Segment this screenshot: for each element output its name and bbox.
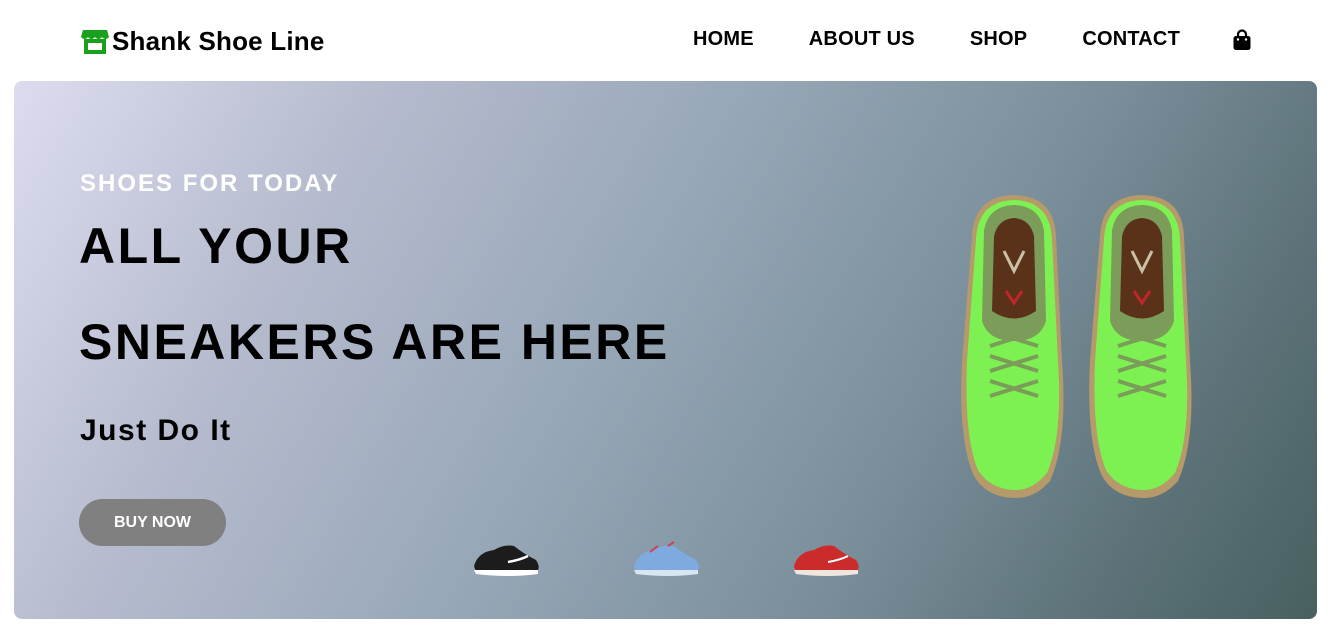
thumbnail-black-sneaker[interactable] [468,536,544,580]
hero-eyebrow: SHOES FOR TODAY [80,170,340,197]
hero-banner: SHOES FOR TODAY ALL YOUR SNEAKERS ARE HE… [14,81,1317,619]
nav-home-link[interactable]: HOME [693,28,754,51]
hero-tagline: Just Do It [80,414,232,447]
featured-sneakers-image [961,195,1192,499]
nav-shop-link[interactable]: SHOP [970,28,1027,51]
main-nav: HOME ABOUT US SHOP CONTACT [693,28,1252,51]
nav-contact-link[interactable]: CONTACT [1082,28,1180,51]
thumbnail-blue-sneaker[interactable] [628,536,704,580]
brand-logo[interactable]: Shank Shoe Line [80,24,325,58]
left-sneaker [961,195,1064,499]
right-sneaker [1089,195,1192,499]
brand-name: Shank Shoe Line [112,25,325,56]
navbar: Shank Shoe Line HOME ABOUT US SHOP CONTA… [0,0,1332,81]
nav-about-link[interactable]: ABOUT US [809,28,915,51]
hero-headline-line1: ALL YOUR [79,218,353,274]
storefront-icon [81,30,109,54]
hero-headline-line2: SNEAKERS ARE HERE [79,314,670,370]
thumbnail-red-sneaker[interactable] [788,536,864,580]
buy-now-button[interactable]: BUY NOW [79,499,226,546]
shopping-bag-icon[interactable] [1232,28,1252,51]
